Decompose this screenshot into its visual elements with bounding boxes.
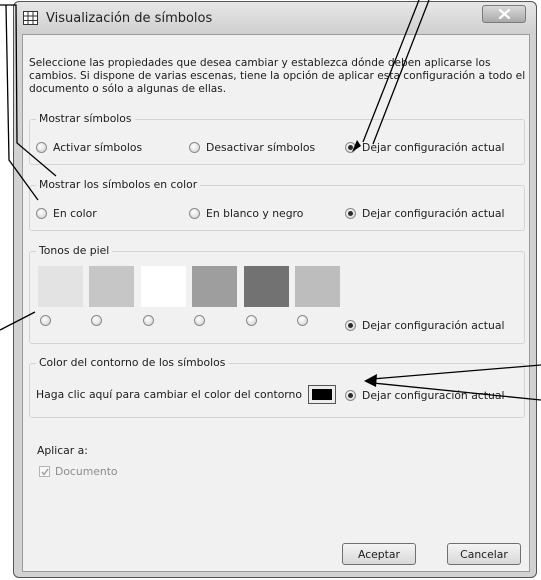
callout-arrowhead: [364, 374, 377, 387]
callout-arrowhead: [352, 140, 361, 152]
callout-line-tonos: [0, 311, 36, 331]
callout-line-contorno-2: [372, 382, 541, 401]
callout-lines: [0, 0, 541, 401]
callout-line-contorno-1: [371, 364, 541, 380]
callout-line-dejar-1: [362, 0, 420, 143]
callout-line-color: [5, 4, 39, 201]
callout-line-dejar-2: [372, 0, 430, 145]
